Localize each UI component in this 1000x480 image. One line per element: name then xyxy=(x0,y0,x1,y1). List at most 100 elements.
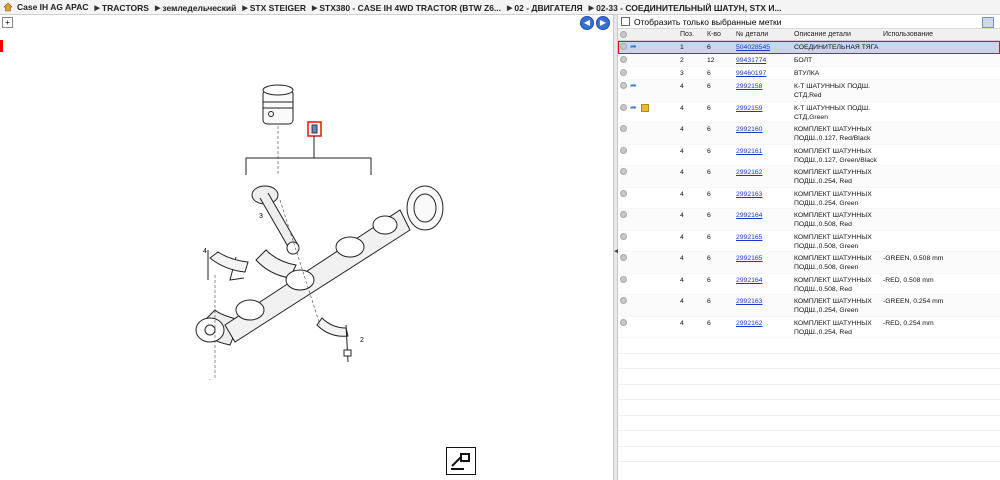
table-row[interactable]: 4 6 2992164 КОМПЛЕКТ ШАТУННЫХ ПОДШ.,0.508, … xyxy=(618,209,1000,231)
header-description[interactable]: Описание детали xyxy=(792,31,881,38)
header-pos[interactable]: Поз. xyxy=(678,31,705,38)
breadcrumb-bar: Case IH AG APAC ▶ TRACTORS ▶ земледельческий… xyxy=(0,0,1000,15)
row-part-number[interactable]: 2992162 xyxy=(734,319,792,328)
forward-arrow-icon[interactable]: ▶ xyxy=(596,16,610,30)
table-row[interactable]: 4 6 2992165 КОМПЛЕКТ ШАТУННЫХ ПОДШ.,0.508, … xyxy=(618,252,1000,274)
row-select-icon[interactable] xyxy=(620,318,627,326)
breadcrumb-item[interactable]: ▶ STX STEIGER xyxy=(242,3,306,13)
row-select-icon[interactable] xyxy=(620,189,627,197)
breadcrumb-label: Case IH AG APAC xyxy=(17,1,89,12)
row-part-number[interactable]: 2992158 xyxy=(734,82,792,91)
breadcrumb-label: земледельческий xyxy=(162,2,237,13)
table-row[interactable]: 4 6 2992165 КОМПЛЕКТ ШАТУННЫХ ПОДШ.,0.508, … xyxy=(618,231,1000,252)
row-qty: 6 xyxy=(707,147,711,155)
row-description: КОМПЛЕКТ ШАТУННЫХ ПОДШ.,0.254, Green xyxy=(794,298,872,314)
callout-3: 3 xyxy=(259,213,263,220)
empty-row xyxy=(618,385,1000,400)
breadcrumb-item[interactable]: ▶ TRACTORS xyxy=(94,3,148,13)
header-part-number[interactable]: № детали xyxy=(734,31,792,38)
row-icons xyxy=(618,275,678,283)
link-icon[interactable]: ➦ xyxy=(630,104,638,112)
row-select-icon[interactable] xyxy=(620,82,627,89)
row-part-number[interactable]: 2992165 xyxy=(734,233,792,242)
row-qty: 6 xyxy=(707,70,711,77)
row-icons xyxy=(618,232,678,240)
row-select-icon[interactable] xyxy=(620,211,627,218)
row-select-icon[interactable] xyxy=(620,168,627,175)
row-part-number[interactable]: 504028545 xyxy=(734,43,792,52)
breadcrumb-item[interactable]: ▶ 02 - ДВИГАТЕЛЯ xyxy=(507,3,583,13)
header-qty[interactable]: К-во xyxy=(705,31,734,38)
row-part-number[interactable]: 2992164 xyxy=(734,276,792,285)
row-description: СОЕДИНИТЕЛЬНАЯ ТЯГА xyxy=(794,44,879,51)
row-pos: 4 xyxy=(680,169,684,176)
row-pos: 4 xyxy=(680,319,684,327)
row-select-icon[interactable] xyxy=(620,56,627,63)
row-select-icon[interactable] xyxy=(620,254,627,261)
row-part-number[interactable]: 99431774 xyxy=(734,56,792,65)
show-selected-only-checkbox[interactable] xyxy=(621,17,630,26)
row-select-icon[interactable] xyxy=(620,297,627,304)
row-description: БОЛТ xyxy=(794,57,813,64)
table-row[interactable]: ➦ 1 6 504028545 СОЕДИНИТЕЛЬНАЯ ТЯГА xyxy=(618,41,1000,54)
table-row[interactable]: ➦ 4 6 2992158 К-Т ШАТУННЫХ ПОДШ. СТД,Red xyxy=(618,80,1000,102)
row-part-number[interactable]: 99460197 xyxy=(734,69,792,78)
row-pos: 4 xyxy=(680,255,684,262)
row-part-number[interactable]: 2992163 xyxy=(734,297,792,306)
row-part-number[interactable]: 2992165 xyxy=(734,254,792,263)
row-pos: 4 xyxy=(680,233,684,241)
breadcrumb-item[interactable]: ▶ земледельческий xyxy=(155,3,236,13)
row-qty: 6 xyxy=(707,276,711,284)
row-usage: -RED, 0.254 mm xyxy=(883,319,934,327)
row-icons xyxy=(618,297,678,304)
table-row[interactable]: 3 6 99460197 ВТУЛКА xyxy=(618,67,1000,80)
row-pos: 4 xyxy=(680,126,684,133)
breadcrumb-item[interactable]: ▶ 02-33 - СОЕДИНИТЕЛЬНЫЙ ШАТУН, STX И... xyxy=(589,3,782,13)
table-row[interactable]: 4 6 2992160 КОМПЛЕКТ ШАТУННЫХ ПОДШ.,0.127, … xyxy=(618,123,1000,145)
link-icon[interactable]: ➦ xyxy=(630,43,638,50)
table-row[interactable]: 4 6 2992163 КОМПЛЕКТ ШАТУННЫХ ПОДШ.,0.254, … xyxy=(618,188,1000,209)
breadcrumb-item[interactable]: ▶ STX380 - CASE IH 4WD TRACTOR (BTW Z6... xyxy=(312,3,501,13)
header-usage[interactable]: Использование xyxy=(881,31,1000,38)
row-select-icon[interactable] xyxy=(620,146,627,154)
row-part-number[interactable]: 2992161 xyxy=(734,147,792,156)
table-row[interactable]: 2 12 99431774 БОЛТ xyxy=(618,54,1000,67)
table-row[interactable]: 4 6 2992164 КОМПЛЕКТ ШАТУННЫХ ПОДШ.,0.508, … xyxy=(618,274,1000,295)
chevron-right-icon: ▶ xyxy=(588,4,595,12)
row-select-icon[interactable] xyxy=(620,104,627,111)
callout-2: 2 xyxy=(360,337,364,344)
chevron-right-icon: ▶ xyxy=(507,4,513,12)
row-part-number[interactable]: 2992164 xyxy=(734,211,792,220)
row-part-number[interactable]: 2992159 xyxy=(734,104,792,113)
settings-icon[interactable] xyxy=(982,17,994,28)
empty-row xyxy=(618,338,1000,354)
table-row[interactable]: 4 6 2992162 КОМПЛЕКТ ШАТУННЫХ ПОДШ.,0.254, … xyxy=(618,166,1000,188)
row-select-icon[interactable] xyxy=(620,43,627,50)
breadcrumb-label: TRACTORS xyxy=(101,2,149,13)
table-row[interactable]: 4 6 2992162 КОМПЛЕКТ ШАТУННЫХ ПОДШ.,0.254, … xyxy=(618,317,1000,338)
row-select-icon[interactable] xyxy=(620,275,627,283)
row-select-icon[interactable] xyxy=(620,69,627,76)
link-icon[interactable]: ➦ xyxy=(630,82,638,89)
row-part-number[interactable]: 2992163 xyxy=(734,190,792,199)
row-part-number[interactable]: 2992162 xyxy=(734,168,792,177)
row-part-number[interactable]: 2992160 xyxy=(734,125,792,134)
zoom-toggle-icon[interactable]: + xyxy=(2,17,13,28)
table-row[interactable]: 4 6 2992161 КОМПЛЕКТ ШАТУННЫХ ПОДШ.,0.127, … xyxy=(618,145,1000,166)
row-select-icon[interactable] xyxy=(620,232,627,240)
back-arrow-icon[interactable]: ◀ xyxy=(580,16,594,30)
row-icons xyxy=(618,146,678,154)
table-row[interactable]: ➦ 4 6 2992159 К-Т ШАТУННЫХ ПОДШ. СТД,Green xyxy=(618,102,1000,123)
breadcrumb-item[interactable]: Case IH AG APAC xyxy=(17,2,88,12)
parts-table-body: ➦ 1 6 504028545 СОЕДИНИТЕЛЬНАЯ ТЯГА 2 12 994317… xyxy=(618,41,1000,462)
cube-icon[interactable] xyxy=(641,103,649,112)
row-description: КОМПЛЕКТ ШАТУННЫХ ПОДШ.,0.127, Green/Bla… xyxy=(794,147,877,164)
row-qty: 12 xyxy=(707,57,715,64)
home-icon[interactable] xyxy=(3,2,13,12)
row-qty: 6 xyxy=(707,44,711,51)
row-select-icon[interactable] xyxy=(620,125,627,132)
table-row[interactable]: 4 6 2992163 КОМПЛЕКТ ШАТУННЫХ ПОДШ.,0.254, … xyxy=(618,295,1000,317)
row-pos: 4 xyxy=(680,298,684,305)
row-description: К-Т ШАТУННЫХ ПОДШ. СТД,Red xyxy=(794,83,870,99)
export-icon[interactable] xyxy=(446,447,476,475)
